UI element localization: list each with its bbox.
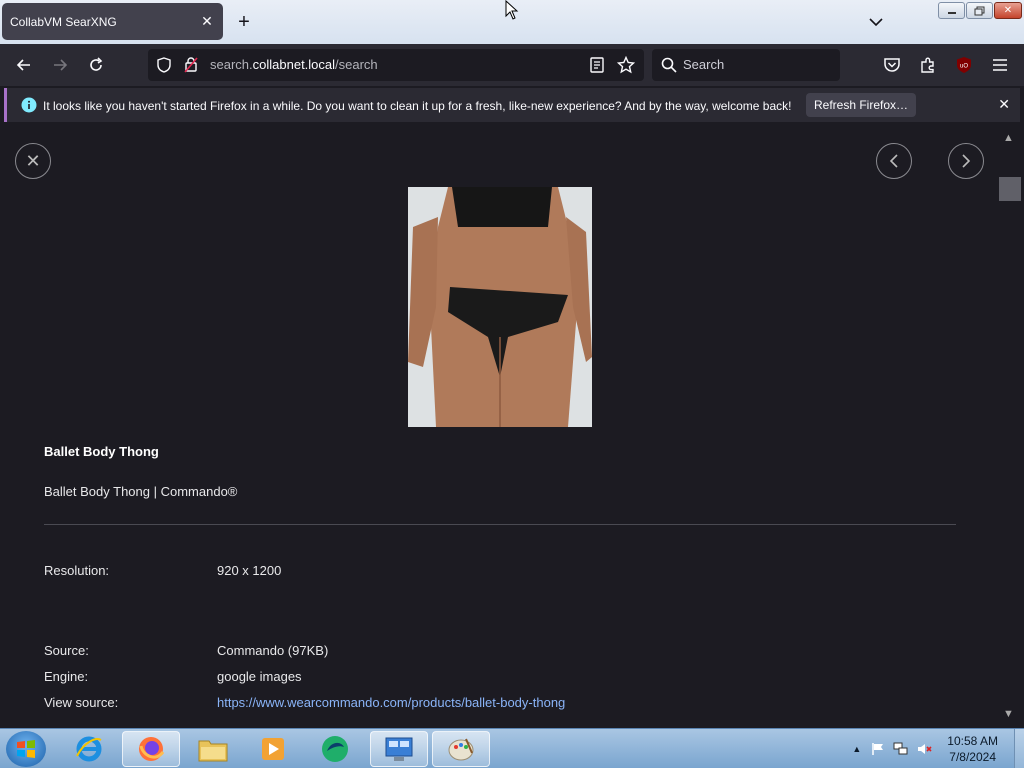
restore-icon [974,6,984,15]
divider [44,524,956,525]
close-notification-icon[interactable]: ✕ [998,96,1010,113]
windows-taskbar: ▲ 10:58 AM 7/8/2024 [0,728,1024,768]
taskbar-control-panel[interactable] [370,731,428,767]
control-panel-icon [385,737,413,761]
system-tray: ▲ 10:58 AM 7/8/2024 [852,729,1024,768]
navigation-toolbar: search.collabnet.local/search Search uO [0,44,1024,86]
url-host: collabnet.local [252,57,336,72]
firefox-icon [139,737,165,761]
folder-icon [198,740,228,762]
refresh-firefox-button[interactable]: Refresh Firefox… [806,93,916,117]
ublock-origin-icon: uO [957,57,971,73]
pocket-button[interactable] [880,53,904,77]
app-menu-button[interactable] [988,53,1012,77]
scroll-thumb[interactable] [999,177,1021,201]
result-image[interactable] [408,187,592,427]
search-placeholder: Search [683,57,725,72]
action-center-flag-icon[interactable] [871,742,885,756]
previous-image-button[interactable] [876,143,912,179]
source-label: Source: [44,643,89,658]
taskbar-internet-explorer[interactable] [60,731,118,767]
arrow-right-icon [54,59,68,71]
page-scrollbar[interactable]: ▲ ▼ [996,124,1024,728]
url-bar[interactable]: search.collabnet.local/search [148,49,644,81]
source-value: Commando (97KB) [217,643,329,658]
show-desktop-button[interactable] [1014,729,1024,768]
view-source-label: View source: [44,695,119,710]
image-detail-panel: ✕ Ballet Body Thong Ballet Body Thong | … [0,124,996,728]
tab-title: CollabVM SearXNG [10,14,117,29]
engine-value: google images [217,669,302,684]
hamburger-menu-icon [993,59,1007,71]
resolution-label: Resolution: [44,563,110,578]
forward-button[interactable] [48,53,72,77]
url-path: /search [335,57,378,72]
new-tab-button[interactable]: + [234,11,254,33]
scroll-up-icon[interactable]: ▲ [1003,132,1014,144]
svg-text:uO: uO [960,64,968,70]
paint-palette-icon [448,738,474,761]
puzzle-icon [921,57,934,73]
windows-logo-icon [17,740,35,758]
close-window-button[interactable]: ✕ [994,2,1022,19]
url-subdomain: search. [210,57,253,72]
clock-time: 10:58 AM [947,734,998,748]
volume-muted-icon[interactable] [917,742,933,756]
clock-date: 7/8/2024 [949,750,996,764]
mouse-cursor-icon [505,0,519,20]
url-text[interactable]: search.collabnet.local/search [210,57,378,72]
pocket-icon [884,58,900,72]
minimize-button[interactable] [938,2,965,19]
view-source-link[interactable]: https://www.wearcommando.com/products/ba… [217,695,565,710]
scroll-down-icon[interactable]: ▼ [1003,708,1014,720]
list-all-tabs-button[interactable] [866,12,886,32]
close-icon: ✕ [1003,5,1013,16]
reload-icon [90,57,103,71]
green-app-icon [322,736,348,762]
chevron-right-icon [962,154,971,168]
start-button[interactable] [6,731,46,767]
lock-insecure-icon[interactable] [184,56,198,73]
search-bar[interactable]: Search [652,49,840,81]
search-icon [661,57,677,73]
extensions-button[interactable] [916,53,940,77]
taskbar-media-player[interactable] [244,731,302,767]
taskbar-app-green[interactable] [306,731,364,767]
back-button[interactable] [12,53,36,77]
close-detail-button[interactable]: ✕ [15,143,51,179]
chevron-left-icon [889,154,898,168]
taskbar-firefox[interactable] [122,731,180,767]
tab-active[interactable]: CollabVM SearXNG ✕ [2,3,223,40]
info-icon [21,97,37,113]
refresh-firefox-notification: It looks like you haven't started Firefo… [4,88,1020,122]
media-player-icon [262,738,284,760]
result-description: Ballet Body Thong | Commando® [44,484,238,499]
reload-button[interactable] [84,53,108,77]
restore-button[interactable] [966,2,993,19]
network-icon[interactable] [893,742,909,756]
next-image-button[interactable] [948,143,984,179]
minimize-icon [947,11,956,14]
taskbar-clock[interactable]: 10:58 AM 7/8/2024 [947,733,998,765]
bookmark-star-icon[interactable] [617,56,635,74]
close-icon: ✕ [25,150,41,171]
result-image-graphic [408,187,592,427]
shield-icon[interactable] [156,57,172,73]
tab-close-icon[interactable]: ✕ [199,13,215,29]
reader-view-icon[interactable] [590,57,604,73]
show-hidden-icons-icon[interactable]: ▲ [852,744,861,754]
result-title: Ballet Body Thong [44,444,159,459]
taskbar-paint[interactable] [432,731,490,767]
notification-message: It looks like you haven't started Firefo… [43,99,792,113]
arrow-left-icon [16,59,30,71]
ublock-origin-button[interactable]: uO [952,53,976,77]
resolution-value: 920 x 1200 [217,563,282,578]
internet-explorer-icon [76,736,102,762]
window-controls: ✕ [938,2,1022,19]
chevron-down-icon [869,18,883,27]
engine-label: Engine: [44,669,89,684]
taskbar-explorer[interactable] [184,731,242,767]
